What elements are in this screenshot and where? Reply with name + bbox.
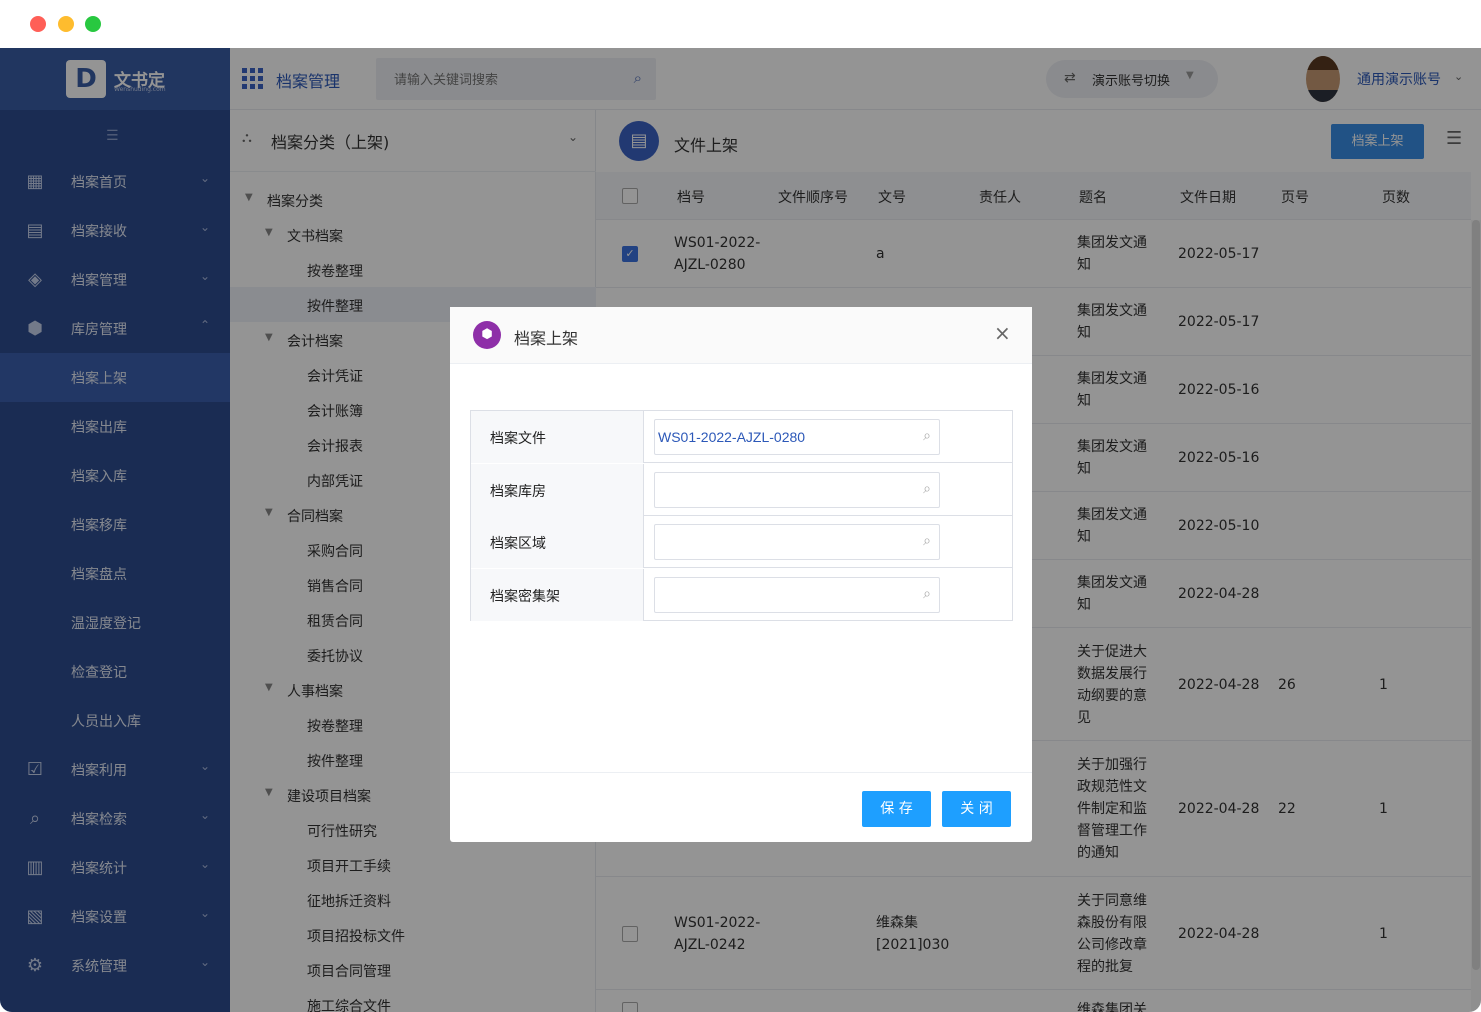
lookup-input[interactable] bbox=[655, 525, 905, 559]
close-window-dot[interactable] bbox=[30, 16, 46, 32]
zoom-window-dot[interactable] bbox=[85, 16, 101, 32]
search-icon[interactable]: ⌕ bbox=[923, 586, 931, 602]
form-row: 档案文件 ⌕ bbox=[471, 411, 1012, 463]
lookup-field: ⌕ bbox=[654, 524, 940, 560]
app-window: D 文书定 Wenshuding.com ☰ ▦ 档案首页 ⌄ ▤ 档案接收 ⌄ ◈ 档案管理… bbox=[0, 0, 1481, 1012]
form-label: 档案库房 bbox=[471, 463, 644, 516]
dialog-title: 档案上架 bbox=[514, 329, 579, 348]
lookup-field: ⌕ bbox=[654, 471, 940, 508]
search-icon[interactable]: ⌕ bbox=[923, 428, 931, 444]
form-row: 档案密集架 ⌕ bbox=[471, 568, 1012, 621]
form-row: 档案库房 ⌕ bbox=[471, 463, 1012, 516]
dialog-header: ⬢ 档案上架 × bbox=[450, 307, 1032, 364]
lookup-input[interactable] bbox=[655, 472, 905, 507]
lookup-field: ⌕ bbox=[654, 576, 940, 613]
close-icon[interactable]: × bbox=[994, 321, 1011, 345]
shelve-dialog: ⬢ 档案上架 × 档案文件 ⌕ 档案库房 ⌕ 档案区域 ⌕ 档案密集架 ⌕ 保 存 关 闭 bbox=[450, 307, 1032, 842]
form-label: 档案区域 bbox=[471, 516, 644, 568]
form-label: 档案密集架 bbox=[471, 568, 644, 621]
lookup-input[interactable] bbox=[655, 577, 905, 612]
search-icon[interactable]: ⌕ bbox=[923, 481, 931, 497]
shelve-form: 档案文件 ⌕ 档案库房 ⌕ 档案区域 ⌕ 档案密集架 ⌕ bbox=[470, 410, 1013, 621]
minimize-window-dot[interactable] bbox=[58, 16, 74, 32]
lookup-field: ⌕ bbox=[654, 419, 940, 455]
cube-icon: ⬢ bbox=[473, 321, 501, 349]
close-button[interactable]: 关 闭 bbox=[942, 791, 1011, 827]
search-icon[interactable]: ⌕ bbox=[923, 533, 931, 549]
form-label: 档案文件 bbox=[471, 411, 644, 463]
dialog-footer: 保 存 关 闭 bbox=[450, 772, 1032, 842]
title-bar bbox=[0, 0, 1481, 48]
form-row: 档案区域 ⌕ bbox=[471, 516, 1012, 568]
save-button[interactable]: 保 存 bbox=[862, 791, 931, 827]
lookup-input[interactable] bbox=[655, 420, 905, 454]
